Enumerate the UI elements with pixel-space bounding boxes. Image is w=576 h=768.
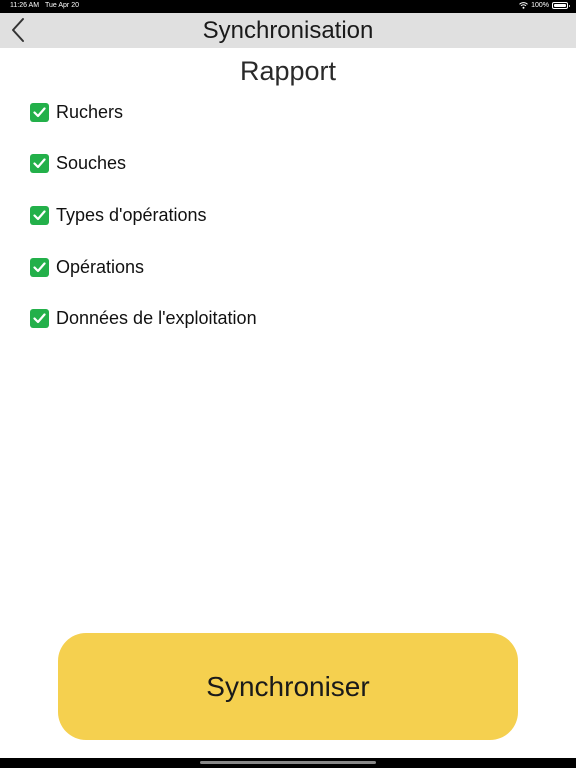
report-item-label: Souches xyxy=(56,153,127,174)
status-bar: 11:26 AM Tue Apr 20 100% xyxy=(0,0,576,13)
check-mark-icon xyxy=(30,257,49,277)
status-date: Tue Apr 20 xyxy=(45,2,79,9)
report-item-ruchers: Ruchers xyxy=(30,100,257,124)
report-item-types-operations: Types d'opérations xyxy=(30,203,257,227)
report-item-donnees-exploitation: Données de l'exploitation xyxy=(30,307,257,331)
battery-level xyxy=(554,4,566,7)
navigation-bar: Synchronisation xyxy=(0,13,576,48)
home-indicator[interactable] xyxy=(200,761,376,764)
report-item-label: Types d'opérations xyxy=(56,204,207,225)
check-mark-icon xyxy=(30,102,49,122)
wifi-icon xyxy=(519,2,528,9)
bottom-bar xyxy=(0,758,576,768)
report-title: Rapport xyxy=(239,56,337,86)
battery-percent: 100% xyxy=(531,2,549,9)
status-indicators: 100% xyxy=(519,2,570,9)
status-time: 11:26 AM xyxy=(10,2,40,9)
main-content: Rapport Ruchers Souches Types d'opératio… xyxy=(0,48,576,758)
report-item-operations: Opérations xyxy=(30,255,257,279)
synchroniser-button[interactable]: Synchroniser xyxy=(58,633,518,740)
report-item-label: Ruchers xyxy=(56,101,124,122)
check-mark-icon xyxy=(30,205,49,225)
check-mark-icon xyxy=(30,309,49,329)
report-item-souches: Souches xyxy=(30,152,257,176)
app-screen: 11:26 AM Tue Apr 20 100% Synchronisation xyxy=(0,0,576,768)
report-list: Ruchers Souches Types d'opérations Opéra… xyxy=(30,100,257,358)
report-item-label: Données de l'exploitation xyxy=(56,308,257,329)
report-item-label: Opérations xyxy=(56,256,145,277)
battery-icon xyxy=(552,2,570,9)
check-mark-icon xyxy=(30,154,49,174)
page-title: Synchronisation xyxy=(202,17,374,44)
